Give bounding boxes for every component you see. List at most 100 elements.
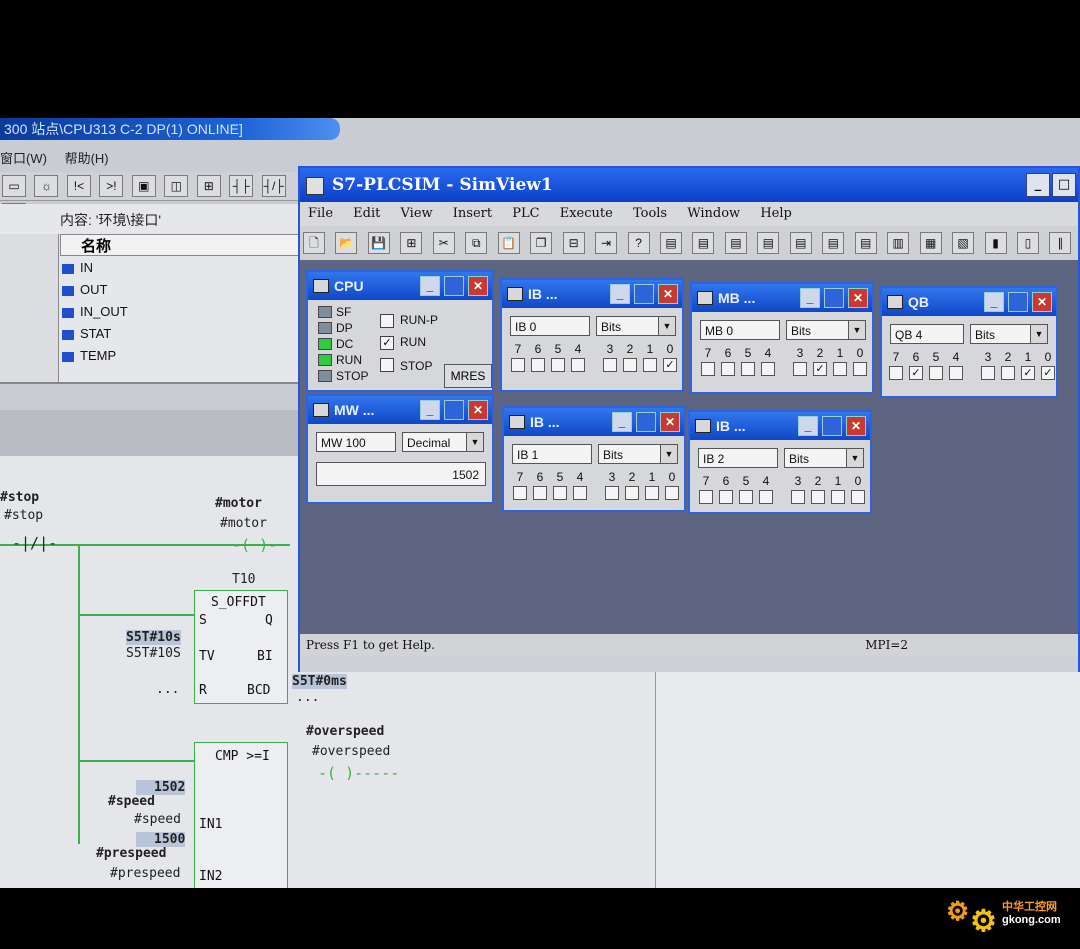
bit-checkbox[interactable] [721, 362, 735, 376]
bit-checkbox[interactable] [1001, 366, 1015, 380]
bit-checkbox[interactable] [511, 358, 525, 372]
bit-checkbox[interactable] [605, 486, 619, 500]
insert-stack-icon[interactable]: ▥ [887, 232, 910, 254]
right-arrow-icon[interactable]: >! [99, 175, 124, 197]
ib1-panel-title[interactable]: IB ... _ ✕ [504, 408, 684, 436]
plcsim-window[interactable]: S7-PLCSIM - SimView1 _ □ File Edit View … [298, 166, 1080, 672]
insert-accumulator-icon[interactable]: ▦ [919, 232, 942, 254]
insert-bit-memory-icon[interactable]: ▤ [724, 232, 747, 254]
bit-checkbox[interactable]: ✓ [1021, 366, 1035, 380]
minimize-icon[interactable]: _ [1026, 173, 1050, 197]
close-icon[interactable]: ✕ [1032, 292, 1052, 312]
bit-checkbox[interactable] [759, 490, 773, 504]
maximize-icon[interactable] [824, 288, 844, 308]
cut-icon[interactable]: ✂ [432, 232, 455, 254]
qb4-address-field[interactable]: QB 4 [890, 324, 964, 344]
ib2-format-select[interactable]: Bits ▼ [784, 448, 864, 468]
maximize-icon[interactable]: □ [1052, 173, 1076, 197]
ib0-panel-title[interactable]: IB ... _ ✕ [502, 280, 682, 308]
insert-output-icon[interactable]: ▤ [692, 232, 715, 254]
ib2-panel-title[interactable]: IB ... _ ✕ [690, 412, 870, 440]
motor-coil-icon[interactable]: -( )- [232, 536, 277, 554]
insert-vertical-bits-icon[interactable]: ▤ [854, 232, 877, 254]
help-context-icon[interactable]: ? [627, 232, 650, 254]
interface-row-temp[interactable]: TEMP [60, 348, 310, 369]
bit-checkbox[interactable]: ✓ [1041, 366, 1055, 380]
bit-checkbox[interactable] [513, 486, 527, 500]
bit-checkbox[interactable] [571, 358, 585, 372]
close-icon[interactable]: ✕ [660, 412, 680, 432]
scan-single-icon[interactable]: ▮ [984, 232, 1007, 254]
close-icon[interactable]: ✕ [848, 288, 868, 308]
close-icon[interactable]: ✕ [468, 400, 488, 420]
insert-input-icon[interactable]: ▤ [659, 232, 682, 254]
ib1-panel[interactable]: IB ... _ ✕ IB 1 Bits ▼ 7654 3210 [502, 406, 686, 512]
insert-generic-icon[interactable]: ▤ [822, 232, 845, 254]
minimize-icon[interactable]: _ [984, 292, 1004, 312]
menu-file[interactable]: File [308, 206, 333, 221]
interface-row-in-out[interactable]: IN_OUT [60, 304, 310, 325]
window-icon[interactable]: ▣ [131, 175, 156, 197]
minimize-icon[interactable]: _ [420, 400, 440, 420]
mode-stop-checkbox[interactable] [380, 358, 394, 372]
mb0-panel-title[interactable]: MB ... _ ✕ [692, 284, 872, 312]
compare-block[interactable]: CMP >=I IN1 IN2 [194, 742, 288, 888]
copy-icon[interactable]: ⧉ [465, 232, 488, 254]
menu-plc[interactable]: PLC [512, 206, 539, 221]
qb4-panel-title[interactable]: QB _ ✕ [882, 288, 1056, 316]
mode-runp-checkbox[interactable] [380, 314, 394, 328]
bit-checkbox[interactable] [761, 362, 775, 376]
minimize-icon[interactable]: _ [420, 276, 440, 296]
close-icon[interactable]: ✕ [846, 416, 866, 436]
network-icon[interactable]: ⊞ [196, 175, 221, 197]
ib0-panel[interactable]: IB ... _ ✕ IB 0 Bits ▼ 7 6 5 4 3 2 1 0 ✓ [500, 278, 684, 392]
online-icon[interactable]: ☼ [34, 175, 59, 197]
mw-panel-title[interactable]: MW ... _ ✕ [308, 396, 492, 424]
bit-checkbox[interactable] [889, 366, 903, 380]
minimize-icon[interactable]: _ [610, 284, 630, 304]
mw-value-field[interactable]: 1502 [316, 462, 486, 486]
bit-checkbox[interactable] [665, 486, 679, 500]
bit-checkbox[interactable] [643, 358, 657, 372]
menu-tools[interactable]: Tools [633, 206, 667, 221]
bit-checkbox[interactable]: ✓ [663, 358, 677, 372]
menu-edit[interactable]: Edit [353, 206, 380, 221]
interface-row-out[interactable]: OUT [60, 282, 310, 303]
editor-menu-window[interactable]: 窗口(W) [0, 151, 47, 166]
bit-checkbox[interactable] [701, 362, 715, 376]
mw-format-select[interactable]: Decimal ▼ [402, 432, 484, 452]
tile-icon[interactable]: ⊟ [562, 232, 585, 254]
bit-checkbox[interactable] [603, 358, 617, 372]
bit-checkbox[interactable] [623, 358, 637, 372]
cpu-panel-title[interactable]: CPU _ ✕ [308, 272, 492, 300]
mw-panel[interactable]: MW ... _ ✕ MW 100 Decimal ▼ 1502 [306, 394, 494, 504]
ib1-format-select[interactable]: Bits ▼ [598, 444, 678, 464]
nc-contact-icon[interactable]: -|/|- [12, 534, 57, 552]
open-icon[interactable]: 📂 [335, 232, 358, 254]
contact-icon[interactable]: ┤├ [229, 175, 254, 197]
maximize-icon[interactable] [822, 416, 842, 436]
bit-checkbox[interactable] [791, 490, 805, 504]
menu-view[interactable]: View [401, 206, 433, 221]
minimize-icon[interactable]: _ [612, 412, 632, 432]
minimize-icon[interactable]: _ [800, 288, 820, 308]
ib1-address-field[interactable]: IB 1 [512, 444, 592, 464]
bit-checkbox[interactable] [851, 490, 865, 504]
bit-checkbox[interactable] [741, 362, 755, 376]
bit-checkbox[interactable] [573, 486, 587, 500]
mb0-address-field[interactable]: MB 0 [700, 320, 780, 340]
interface-row-stat[interactable]: STAT [60, 326, 310, 347]
save-icon[interactable]: 💾 [367, 232, 390, 254]
qb4-panel[interactable]: QB _ ✕ QB 4 Bits ▼ 7 6 ✓ 5 4 3 2 1 ✓ 0 ✓ [880, 286, 1058, 398]
insert-icon[interactable]: ⇥ [595, 232, 618, 254]
ib2-address-field[interactable]: IB 2 [698, 448, 778, 468]
paste-icon[interactable]: 📋 [497, 232, 520, 254]
bit-checkbox[interactable] [853, 362, 867, 376]
overspeed-coil-icon[interactable]: -( )----- [318, 764, 399, 782]
maximize-icon[interactable] [444, 400, 464, 420]
bit-checkbox[interactable]: ✓ [909, 366, 923, 380]
menu-window[interactable]: Window [687, 206, 740, 221]
close-icon[interactable]: ✕ [658, 284, 678, 304]
bit-checkbox[interactable] [531, 358, 545, 372]
menu-execute[interactable]: Execute [560, 206, 613, 221]
